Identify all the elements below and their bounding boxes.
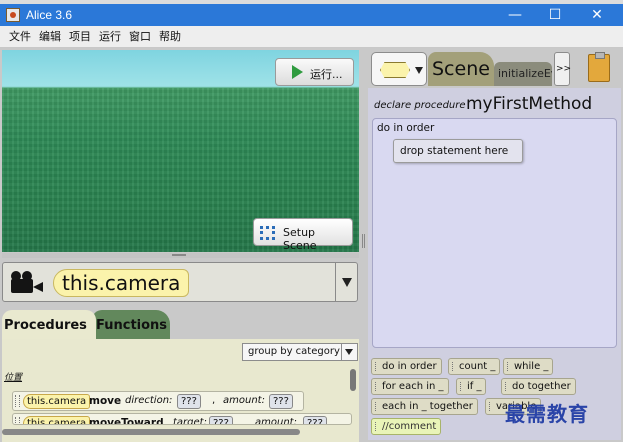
statement-for-each-in[interactable]: for each in _ [371, 378, 449, 395]
method-name: move [89, 395, 122, 407]
method-object: this.camera [23, 416, 91, 424]
statement-do-in-order[interactable]: do in order [371, 358, 442, 375]
tab-procedures-label: Procedures [4, 318, 87, 333]
declare-procedure-label: declare procedure [374, 100, 466, 111]
method-object: this.camera [23, 394, 91, 409]
hexagon-type-icon [380, 62, 410, 78]
statement-comment[interactable]: //comment [371, 418, 442, 435]
drag-handle-icon[interactable] [15, 395, 20, 407]
category-heading: 位置 [4, 373, 23, 383]
menu-project[interactable]: 项目 [65, 26, 95, 48]
horizontal-scrollbar[interactable] [2, 429, 300, 435]
statement-do-together[interactable]: do together [501, 378, 576, 395]
tab-init-label: initializeEventListeners [498, 67, 552, 80]
object-selector-dropdown[interactable] [335, 263, 357, 301]
scene-view[interactable]: 运行... Setup Scene [2, 50, 359, 252]
selected-object-label: this.camera [53, 269, 190, 297]
chevron-down-icon [341, 344, 357, 360]
drop-statement-target[interactable]: drop statement here [393, 139, 523, 163]
group-by-value: group by category [248, 346, 340, 357]
tab-scene[interactable]: Scene [428, 52, 494, 86]
param-separator: , [212, 395, 216, 406]
param-value[interactable]: ??? [209, 416, 233, 424]
procedures-panel: group by category 位置 this.camera move di… [2, 339, 359, 442]
tab-functions-label: Functions [96, 318, 168, 333]
tab-functions[interactable]: Functions [92, 310, 170, 340]
method-editor: declare procedure myFirstMethod do in or… [368, 88, 621, 440]
drop-statement-label: drop statement here [400, 145, 509, 157]
workspace: 运行... Setup Scene this.camera Functions … [0, 48, 623, 442]
window-title: Alice 3.6 [26, 8, 73, 22]
object-selector[interactable]: this.camera [2, 262, 358, 302]
method-tile-move[interactable]: this.camera move direction: ??? , amount… [12, 391, 304, 411]
vertical-scrollbar[interactable] [350, 369, 356, 391]
statement-each-in-together[interactable]: each in _ together [371, 398, 478, 415]
drag-handle-icon[interactable] [15, 417, 20, 424]
method-tile-movetoward[interactable]: this.camera moveToward target: ??? amoun… [12, 413, 352, 425]
setup-scene-button[interactable]: Setup Scene [253, 218, 353, 252]
menu-bar: 文件 编辑 项目 运行 窗口 帮助 [0, 26, 623, 48]
param-value[interactable]: ??? [303, 416, 327, 424]
menu-edit[interactable]: 编辑 [35, 26, 65, 48]
camera-icon [11, 271, 45, 295]
group-by-select[interactable]: group by category [242, 343, 358, 361]
setup-scene-icon [260, 226, 275, 240]
tab-scene-label: Scene [432, 58, 490, 80]
param-value[interactable]: ??? [269, 394, 293, 409]
param-label: amount: [255, 417, 297, 425]
maximize-button[interactable]: ☐ [535, 4, 575, 26]
clipboard-icon[interactable] [588, 52, 610, 82]
menu-window[interactable]: 窗口 [125, 26, 155, 48]
method-name-title: myFirstMethod [466, 94, 593, 114]
code-editor-pane: Scene initializeEventListeners >> declar… [368, 48, 621, 442]
do-in-order-block[interactable]: do in order drop statement here [372, 118, 617, 348]
statement-if[interactable]: if _ [456, 378, 487, 395]
do-in-order-label: do in order [377, 122, 435, 134]
run-button-label: 运行... [310, 68, 343, 81]
run-button[interactable]: 运行... [275, 58, 354, 86]
more-tabs-label: >> [556, 64, 572, 74]
param-value[interactable]: ??? [177, 394, 201, 409]
splitter-grip-icon [172, 254, 186, 256]
setup-scene-label: Setup Scene [283, 226, 317, 252]
watermark: 最需教育 [505, 402, 589, 426]
splitter-grip-icon [362, 234, 365, 248]
more-tabs-button[interactable]: >> [554, 52, 572, 86]
type-selector-button[interactable] [371, 52, 427, 86]
tab-initialize-event-listeners[interactable]: initializeEventListeners [494, 62, 552, 86]
statement-while[interactable]: while _ [503, 358, 554, 375]
title-bar: Alice 3.6 — ☐ ✕ [0, 4, 623, 26]
alice-app-icon [6, 8, 20, 22]
menu-run[interactable]: 运行 [95, 26, 125, 48]
horizontal-splitter[interactable] [2, 253, 359, 258]
statement-count[interactable]: count _ [448, 358, 501, 375]
play-icon [292, 65, 303, 79]
vertical-splitter[interactable] [360, 48, 368, 442]
param-label: target: [173, 417, 207, 425]
method-name: moveToward [89, 417, 164, 425]
param-label: direction: [125, 395, 173, 406]
chevron-down-icon [415, 67, 423, 74]
tab-procedures[interactable]: Procedures [2, 310, 96, 340]
chevron-down-icon [342, 278, 352, 287]
menu-file[interactable]: 文件 [5, 26, 35, 48]
param-label: amount: [223, 395, 265, 406]
menu-help[interactable]: 帮助 [155, 26, 185, 48]
minimize-button[interactable]: — [495, 4, 535, 26]
close-button[interactable]: ✕ [577, 4, 617, 26]
